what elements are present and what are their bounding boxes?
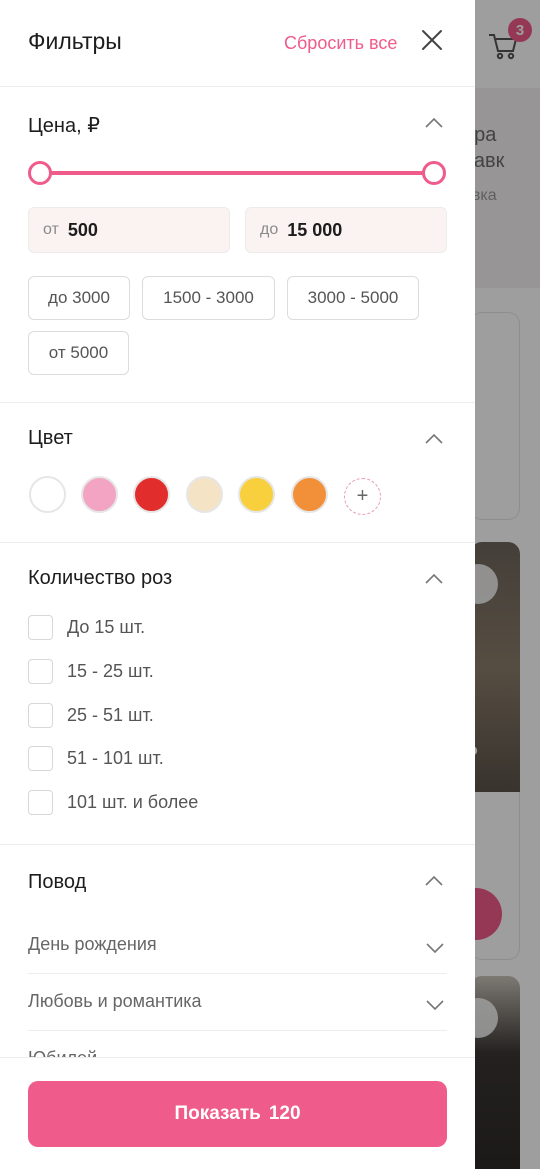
price-from-input[interactable]: от 500 [28, 207, 230, 253]
checkbox[interactable] [28, 615, 53, 640]
add-color-icon[interactable]: + [344, 478, 381, 515]
rose-count-section: Количество роз До 15 шт. 15 - 25 шт. 25 … [0, 543, 475, 845]
color-swatch-yellow[interactable] [238, 476, 275, 513]
price-preset-chip[interactable]: 1500 - 3000 [142, 276, 275, 320]
price-preset-chip[interactable]: до 3000 [28, 276, 130, 320]
occasion-title: Повод [28, 871, 87, 893]
chevron-up-icon[interactable] [424, 117, 444, 129]
price-slider-min-handle[interactable] [28, 161, 52, 185]
checkbox[interactable] [28, 790, 53, 815]
price-preset-chip[interactable]: от 5000 [28, 331, 129, 375]
rose-count-option[interactable]: 25 - 51 шт. [28, 703, 154, 728]
price-slider-track[interactable] [40, 171, 434, 175]
color-title: Цвет [28, 427, 73, 449]
color-section: Цвет + [0, 403, 475, 543]
chevron-down-icon [426, 1000, 444, 1011]
color-swatch-red[interactable] [133, 476, 170, 513]
reset-all-button[interactable]: Сбросить все [284, 33, 397, 54]
price-to-label: до [260, 221, 279, 238]
price-slider-max-handle[interactable] [422, 161, 446, 185]
price-to-input[interactable]: до 15 000 [245, 207, 447, 253]
results-count: 120 [268, 1103, 301, 1124]
checkbox[interactable] [28, 746, 53, 771]
price-from-value: 500 [67, 219, 98, 240]
chevron-up-icon[interactable] [424, 875, 444, 887]
color-swatch-cream[interactable] [186, 476, 223, 513]
occasion-section: Повод День рождения Любовь и романтика Ю… [0, 845, 475, 1068]
show-results-button[interactable]: Показать 120 [28, 1081, 447, 1147]
checkbox[interactable] [28, 659, 53, 684]
occasion-item[interactable]: Любовь и романтика [28, 975, 447, 1031]
rose-count-option[interactable]: 15 - 25 шт. [28, 659, 154, 684]
rose-count-option[interactable]: 101 шт. и более [28, 790, 198, 815]
color-swatch-pink[interactable] [81, 476, 118, 513]
price-to-value: 15 000 [287, 219, 343, 240]
filter-panel: Фильтры Сбросить все Цена, ₽ от 500 до 1… [0, 0, 475, 1169]
chevron-up-icon[interactable] [424, 573, 444, 585]
chevron-down-icon [426, 943, 444, 954]
price-title: Цена, ₽ [28, 115, 100, 137]
color-swatch-orange[interactable] [291, 476, 328, 513]
show-results-label: Показать [174, 1103, 261, 1124]
price-section: Цена, ₽ от 500 до 15 000 до 3000 1500 - … [0, 87, 475, 403]
price-preset-chip[interactable]: 3000 - 5000 [287, 276, 419, 320]
close-icon[interactable] [418, 26, 446, 54]
checkbox[interactable] [28, 703, 53, 728]
rose-count-option[interactable]: 51 - 101 шт. [28, 746, 164, 771]
color-swatch-white[interactable] [29, 476, 66, 513]
rose-count-option[interactable]: До 15 шт. [28, 615, 145, 640]
rose-count-title: Количество роз [28, 567, 173, 589]
filter-header: Фильтры Сбросить все [0, 0, 475, 87]
occasion-item[interactable]: День рождения [28, 918, 447, 974]
filter-title: Фильтры [28, 28, 122, 54]
price-from-label: от [43, 221, 59, 238]
chevron-up-icon[interactable] [424, 433, 444, 445]
filter-footer: Показать 120 [0, 1057, 475, 1169]
